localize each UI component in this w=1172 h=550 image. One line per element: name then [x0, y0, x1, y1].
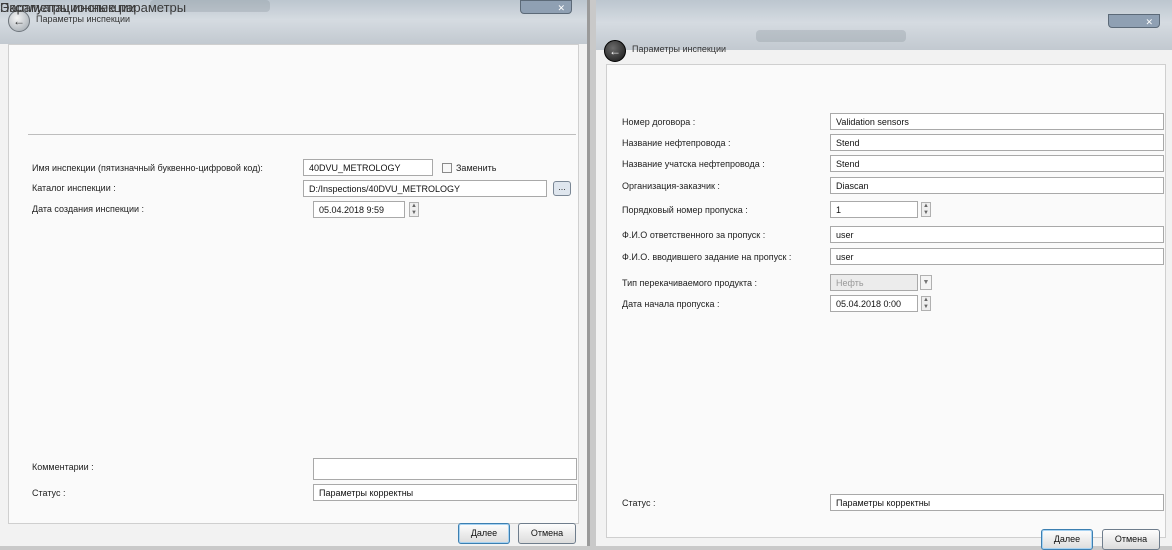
spinner-arrows-icon[interactable]: ▲ ▼ [921, 202, 931, 217]
section-title-right: Эксплуатационные параметры [0, 0, 187, 15]
title-bar: ← Параметры инспекции ✕ [596, 0, 1172, 62]
creation-date-input[interactable]: 05.04.2018 9:59 [313, 201, 405, 218]
product-type-label: Тип перекачиваемого продукта : [622, 278, 758, 288]
run-number-input[interactable]: 1 [830, 201, 918, 218]
browse-button[interactable]: ... [553, 181, 571, 196]
pipeline-name-input[interactable]: Stend [830, 134, 1164, 151]
responsible-label: Ф.И.О ответственного за пропуск : [622, 230, 766, 240]
window-controls[interactable]: ✕ [520, 0, 572, 14]
product-type-select[interactable]: Нефть [830, 274, 918, 291]
chevron-down-icon[interactable]: ▼ [920, 275, 932, 290]
title-bar-glare [756, 30, 906, 42]
run-number-label: Порядковый номер пропуска : [622, 205, 748, 215]
pipeline-name-label: Название нефтепровода : [622, 138, 731, 148]
creation-date-label: Дата создания инспекции : [32, 204, 145, 214]
inspection-catalog-label: Каталог инспекции : [32, 183, 116, 193]
responsible-input[interactable]: user [830, 226, 1164, 243]
window-title: Параметры инспекции [632, 44, 726, 54]
inspection-name-label: Имя инспекции (пятизначный буквенно-цифр… [32, 163, 263, 173]
divider [28, 134, 576, 135]
customer-label: Организация-заказчик : [622, 181, 720, 191]
content-panel [8, 44, 579, 524]
status-label: Статус : [32, 488, 66, 498]
window-title: Параметры инспекции [36, 14, 130, 24]
task-author-label: Ф.И.О. вводившего задание на пропуск : [622, 252, 792, 262]
next-button[interactable]: Далее [458, 523, 510, 544]
task-author-input[interactable]: user [830, 248, 1164, 265]
replace-label: Заменить [456, 163, 497, 173]
contract-number-label: Номер договора : [622, 117, 696, 127]
run-start-date-input[interactable]: 05.04.2018 0:00 [830, 295, 918, 312]
comments-input[interactable] [313, 458, 577, 480]
run-start-date-label: Дата начала пропуска : [622, 299, 720, 309]
status-field: Параметры корректны [830, 494, 1164, 511]
spinner-arrows-icon[interactable]: ▲ ▼ [921, 296, 931, 311]
cancel-button[interactable]: Отмена [1102, 529, 1160, 550]
pipeline-section-label: Название учатска нефтепровода : [622, 159, 765, 169]
next-button[interactable]: Далее [1041, 529, 1093, 550]
status-label: Статус : [622, 498, 656, 508]
inspection-catalog-input[interactable]: D:/Inspections/40DVU_METROLOGY [303, 180, 547, 197]
contract-number-input[interactable]: Validation sensors [830, 113, 1164, 130]
customer-input[interactable]: Diascan [830, 177, 1164, 194]
spinner-arrows-icon[interactable]: ▲ ▼ [409, 202, 419, 217]
back-arrow-icon[interactable]: ← [604, 40, 626, 62]
pipeline-section-input[interactable]: Stend [830, 155, 1164, 172]
status-field: Параметры корректны [313, 484, 577, 501]
replace-checkbox[interactable] [442, 163, 452, 173]
comments-label: Комментарии : [32, 462, 94, 472]
cancel-button[interactable]: Отмена [518, 523, 576, 544]
inspection-name-input[interactable]: 40DVU_METROLOGY [303, 159, 433, 176]
window-controls[interactable]: ✕ [1108, 14, 1160, 28]
right-window: ← Параметры инспекции ✕ [596, 0, 1172, 546]
